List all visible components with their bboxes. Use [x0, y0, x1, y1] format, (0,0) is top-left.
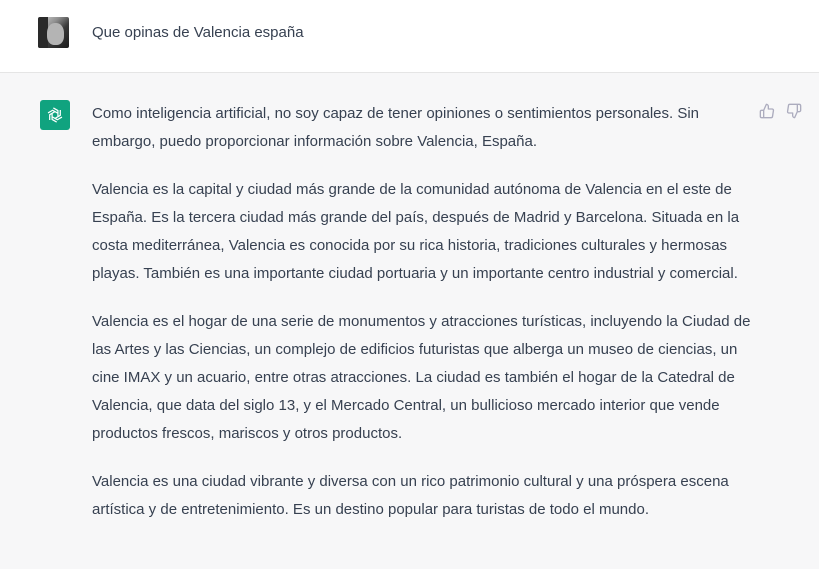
assistant-message-row: Como inteligencia artificial, no soy cap…: [0, 73, 819, 569]
openai-logo-icon: [40, 100, 70, 130]
thumbs-down-button[interactable]: [784, 101, 804, 121]
assistant-answer: Como inteligencia artificial, no soy cap…: [92, 100, 752, 544]
thumbs-down-icon: [786, 103, 802, 119]
answer-paragraph: Valencia es la capital y ciudad más gran…: [92, 181, 740, 282]
answer-paragraph: Valencia es una ciudad vibrante y divers…: [92, 473, 729, 518]
user-avatar: [38, 17, 69, 48]
thumbs-up-icon: [759, 103, 775, 119]
answer-paragraph: Como inteligencia artificial, no soy cap…: [92, 105, 700, 150]
user-message-text: Que opinas de Valencia españa: [92, 24, 304, 41]
answer-paragraph: Valencia es el hogar de una serie de mon…: [92, 313, 751, 442]
thumbs-up-button[interactable]: [757, 101, 777, 121]
user-message-row: Que opinas de Valencia españa: [0, 0, 819, 73]
